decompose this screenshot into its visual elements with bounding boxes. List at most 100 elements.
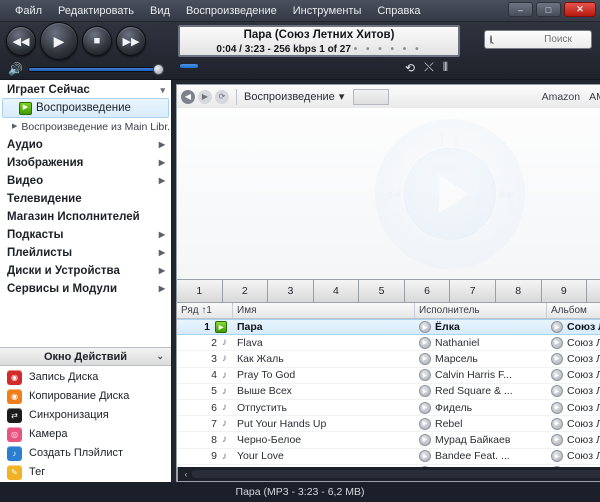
chevron-down-icon[interactable]: ⌄ [156, 351, 164, 362]
play-circle-icon[interactable]: ▶ [419, 353, 431, 365]
link-amazon[interactable]: Amazon [542, 91, 581, 103]
previous-button[interactable]: ◀◀ [6, 26, 36, 56]
tab-7[interactable]: 7 [450, 280, 496, 302]
equalizer-icon[interactable]: ⦀ [443, 60, 448, 75]
play-circle-icon[interactable]: ▶ [419, 369, 431, 381]
sidebar-item-television[interactable]: Телевидение [0, 190, 171, 208]
maximize-button[interactable]: □ [536, 2, 561, 17]
table-row[interactable]: 8♪Черно-Белое▶Мурад Байкаев▶Союз Летних … [177, 432, 600, 448]
table-row[interactable]: 10♪Мама▶Бурито▶Союз Летних Х...• • [177, 465, 600, 467]
tab-10[interactable]: 10 [587, 280, 600, 302]
repeat-icon[interactable]: ⟲ [405, 61, 415, 75]
chevron-right-icon[interactable]: ▶ [159, 227, 165, 243]
triangle-right-icon[interactable]: ▶ [12, 119, 17, 135]
sidebar-item-images[interactable]: Изображения ▶ [0, 154, 171, 172]
action-item-camera[interactable]: ◎ Камера [0, 425, 171, 444]
sidebar-section-now-playing[interactable]: Играет Сейчас ▾ [0, 82, 171, 98]
sidebar-item-playing-from[interactable]: ▶ Воспроизведение из Main Libr... [0, 118, 171, 136]
sidebar-item-video[interactable]: Видео ▶ [0, 172, 171, 190]
chevron-right-icon[interactable]: ▶ [159, 245, 165, 261]
reload-icon[interactable]: ⟳ [215, 90, 229, 104]
search-input[interactable] [492, 34, 600, 45]
close-button[interactable]: ✕ [564, 2, 596, 17]
action-item-tag[interactable]: ✎ Тег [0, 463, 171, 482]
menu-item-file[interactable]: Файл [8, 3, 49, 19]
tab-3[interactable]: 3 [268, 280, 314, 302]
menu-item-edit[interactable]: Редактировать [51, 3, 141, 19]
play-circle-icon[interactable]: ▶ [551, 385, 563, 397]
play-circle-icon[interactable]: ▶ [551, 402, 563, 414]
play-circle-icon[interactable]: ▶ [419, 466, 431, 467]
play-circle-icon[interactable]: ▶ [419, 418, 431, 430]
volume-knob[interactable] [153, 64, 164, 75]
play-circle-icon[interactable]: ▶ [551, 337, 563, 349]
menu-item-view[interactable]: Вид [143, 3, 177, 19]
sidebar-item-playing[interactable]: ▶ Воспроизведение [2, 98, 169, 118]
play-circle-icon[interactable]: ▶ [419, 434, 431, 446]
tab-5[interactable]: 5 [359, 280, 405, 302]
volume-slider[interactable] [28, 67, 160, 72]
play-circle-icon[interactable]: ▶ [419, 450, 431, 462]
search-box[interactable] [484, 30, 592, 49]
play-circle-icon[interactable]: ▶ [551, 418, 563, 430]
menu-item-help[interactable]: Справка [370, 3, 427, 19]
link-amg[interactable]: AMG [589, 91, 600, 103]
column-header-row-number[interactable]: Ряд ↑1 [177, 303, 233, 318]
sidebar-item-services-plugins[interactable]: Сервисы и Модули ▶ [0, 280, 171, 298]
table-row[interactable]: 5♪Выше Всех▶Red Square & ...▶Союз Летних… [177, 384, 600, 400]
shuffle-icon[interactable]: ⤬ [424, 60, 434, 75]
action-item-create-playlist[interactable]: ♪ Создать Плэйлист [0, 444, 171, 463]
column-header-name[interactable]: Имя [233, 303, 415, 318]
table-row[interactable]: 9♪Your Love▶Bandee Feat. ...▶Союз Летних… [177, 449, 600, 465]
sidebar-item-artist-store[interactable]: Магазин Исполнителей [0, 208, 171, 226]
column-header-album[interactable]: Альбом [547, 303, 600, 318]
play-circle-icon[interactable]: ▶ [419, 321, 431, 333]
scroll-left-icon[interactable]: ‹ [180, 470, 192, 479]
sidebar-item-podcasts[interactable]: Подкасты ▶ [0, 226, 171, 244]
speaker-icon[interactable]: 🔊 [8, 62, 23, 76]
table-row[interactable]: 7♪Put Your Hands Up▶Rebel▶Союз Летних Х.… [177, 416, 600, 432]
stop-button[interactable]: ■ [82, 26, 112, 56]
now-playing-display[interactable]: Пара (Союз Летних Хитов) 0:04 / 3:23 - 2… [178, 25, 460, 57]
menu-item-playback[interactable]: Воспроизведение [179, 3, 284, 19]
play-circle-icon[interactable]: ▶ [551, 450, 563, 462]
media-viewer[interactable]: ❙❙ ◀◀ ▶▶ [176, 108, 600, 280]
play-circle-icon[interactable]: ▶ [419, 385, 431, 397]
column-header-artist[interactable]: Исполнитель [415, 303, 547, 318]
chevron-down-icon[interactable]: ▾ [160, 85, 165, 96]
play-circle-icon[interactable]: ▶ [551, 353, 563, 365]
play-button[interactable]: ▶ [40, 22, 78, 60]
chevron-down-icon[interactable]: ▾ [339, 90, 345, 103]
back-icon[interactable]: ◀ [181, 90, 195, 104]
table-row[interactable]: 2♪Flava▶Nathaniel▶Союз Летних Х...• • [177, 335, 600, 351]
tab-9[interactable]: 9 [542, 280, 588, 302]
next-button[interactable]: ▶▶ [116, 26, 146, 56]
chevron-right-icon[interactable]: ▶ [159, 173, 165, 189]
tab-8[interactable]: 8 [496, 280, 542, 302]
sidebar-item-audio[interactable]: Аудио ▶ [0, 136, 171, 154]
action-item-sync[interactable]: ⇄ Синхронизация [0, 406, 171, 425]
menu-item-tools[interactable]: Инструменты [286, 3, 369, 19]
table-row[interactable]: 6♪Отпустить▶Фидель▶Союз Летних Х...• • [177, 400, 600, 416]
chevron-right-icon[interactable]: ▶ [159, 281, 165, 297]
chevron-right-icon[interactable]: ▶ [159, 263, 165, 279]
play-circle-icon[interactable]: ▶ [551, 321, 563, 333]
forward-icon[interactable]: ▶ [198, 90, 212, 104]
table-row[interactable]: 3♪Как Жаль▶Марсель▶Союз Летних Х...• • [177, 351, 600, 367]
play-circle-icon[interactable]: ▶ [551, 369, 563, 381]
seek-slider[interactable] [180, 64, 380, 68]
chevron-right-icon[interactable]: ▶ [159, 155, 165, 171]
table-row[interactable]: 1▶Пара▶Ёлка▶Союз Летни...• • [177, 319, 600, 335]
play-circle-icon[interactable]: ▶ [551, 466, 563, 467]
sidebar-item-drives-devices[interactable]: Диски и Устройства ▶ [0, 262, 171, 280]
tab-1[interactable]: 1 [177, 280, 223, 302]
chevron-right-icon[interactable]: ▶ [159, 137, 165, 153]
table-row[interactable]: 4♪Pray To God▶Calvin Harris F...▶Союз Ле… [177, 368, 600, 384]
action-window-header[interactable]: Окно Действий ⌄ [0, 347, 171, 366]
minimize-button[interactable]: – [508, 2, 533, 17]
play-circle-icon[interactable]: ▶ [419, 402, 431, 414]
tab-4[interactable]: 4 [314, 280, 360, 302]
play-circle-icon[interactable]: ▶ [551, 434, 563, 446]
tab-6[interactable]: 6 [405, 280, 451, 302]
horizontal-scrollbar[interactable]: ‹ › [177, 467, 600, 481]
